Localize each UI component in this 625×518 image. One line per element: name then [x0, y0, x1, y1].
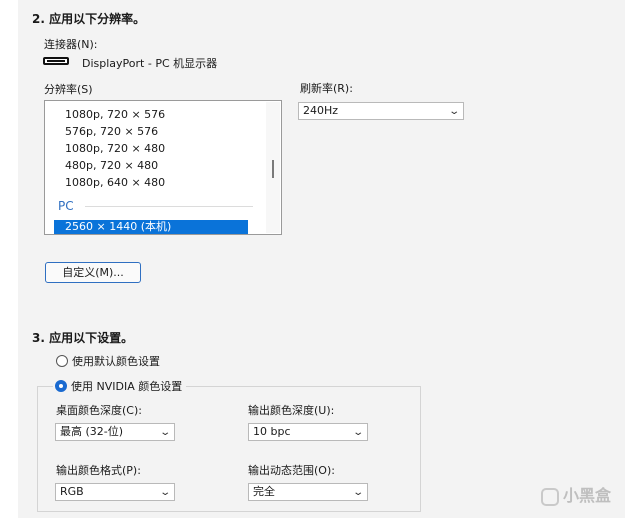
group-separator: [85, 206, 253, 207]
resolution-label: 分辨率(S): [44, 83, 93, 96]
radio-default-color[interactable]: [56, 355, 68, 367]
watermark-logo-icon: [540, 487, 559, 506]
refresh-rate-label: 刷新率(R):: [300, 82, 353, 95]
output-range-value: 完全: [253, 485, 275, 498]
section-2-heading: 2. 应用以下分辨率。: [32, 12, 146, 26]
watermark: 小黑盒: [540, 482, 611, 506]
resolution-item[interactable]: 480p, 720 × 480: [65, 158, 158, 174]
refresh-rate-dropdown[interactable]: 240Hz ⌄: [298, 102, 464, 120]
radio-nvidia-color-label[interactable]: 使用 NVIDIA 颜色设置: [71, 380, 182, 393]
output-format-dropdown[interactable]: RGB ⌄: [55, 483, 175, 501]
resolution-listbox[interactable]: · 1080p, 720 × 576 576p, 720 × 576 1080p…: [44, 100, 282, 235]
output-depth-value: 10 bpc: [253, 425, 291, 438]
desktop-depth-label: 桌面颜色深度(C):: [56, 404, 142, 417]
display-connector-icon: [43, 57, 69, 65]
output-format-value: RGB: [60, 485, 84, 498]
watermark-text: 小黑盒: [562, 486, 611, 505]
chevron-down-icon: ⌄: [351, 487, 364, 498]
output-range-label: 输出动态范围(O):: [248, 464, 335, 477]
chevron-down-icon: ⌄: [158, 487, 171, 498]
nvidia-color-option: 使用 NVIDIA 颜色设置: [53, 378, 187, 394]
output-depth-label: 输出颜色深度(U):: [248, 404, 335, 417]
output-format-label: 输出颜色格式(P):: [56, 464, 141, 477]
resolution-item[interactable]: 1080p, 640 × 480: [65, 175, 165, 191]
group-label-pc: PC: [58, 199, 74, 213]
section-3-heading: 3. 应用以下设置。: [32, 331, 134, 345]
output-range-dropdown[interactable]: 完全 ⌄: [248, 483, 368, 501]
resolution-item[interactable]: 576p, 720 × 576: [65, 124, 158, 140]
chevron-down-icon: ⌄: [447, 106, 460, 117]
output-depth-dropdown[interactable]: 10 bpc ⌄: [248, 423, 368, 441]
resolution-item[interactable]: 1080p, 720 × 576: [65, 107, 165, 123]
chevron-down-icon: ⌄: [351, 427, 364, 438]
listbox-scrollbar[interactable]: [266, 102, 280, 233]
connector-value: DisplayPort - PC 机显示器: [82, 57, 218, 70]
refresh-rate-value: 240Hz: [303, 104, 339, 117]
desktop-depth-value: 最高 (32-位): [60, 425, 124, 438]
connector-label: 连接器(N):: [44, 38, 98, 51]
resolution-item-selected[interactable]: 2560 × 1440 (本机): [54, 220, 248, 234]
desktop-depth-dropdown[interactable]: 最高 (32-位) ⌄: [55, 423, 175, 441]
scrollbar-thumb[interactable]: [272, 160, 274, 178]
resolution-item[interactable]: 1080p, 720 × 480: [65, 141, 165, 157]
radio-default-color-label[interactable]: 使用默认颜色设置: [72, 353, 160, 369]
radio-nvidia-color[interactable]: [55, 380, 67, 392]
customize-button[interactable]: 自定义(M)...: [45, 262, 141, 283]
chevron-down-icon: ⌄: [158, 427, 171, 438]
